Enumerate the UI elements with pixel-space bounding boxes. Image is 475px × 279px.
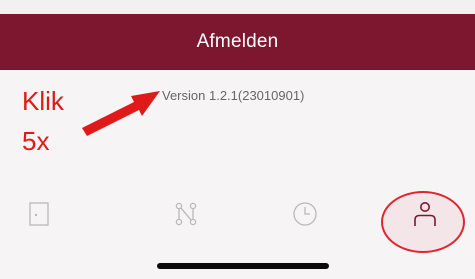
person-icon: [414, 202, 436, 226]
annotation-klik: Klik: [22, 86, 64, 116]
logout-button[interactable]: Afmelden: [0, 14, 475, 70]
tab-history[interactable]: [275, 186, 335, 242]
door-icon: [29, 202, 49, 226]
tab-home[interactable]: [9, 186, 69, 242]
logout-label: Afmelden: [196, 31, 279, 52]
clock-icon: [293, 202, 317, 226]
tab-profile[interactable]: [395, 186, 455, 242]
tab-route[interactable]: [156, 186, 216, 242]
annotation-arrow-icon: [82, 91, 160, 136]
tab-bar: [0, 186, 475, 256]
top-strip: [0, 0, 475, 14]
route-icon: [175, 202, 197, 226]
annotation-5x: 5x: [22, 126, 50, 156]
home-indicator: [157, 263, 329, 269]
version-text: Version 1.2.1(23010901): [162, 88, 305, 103]
